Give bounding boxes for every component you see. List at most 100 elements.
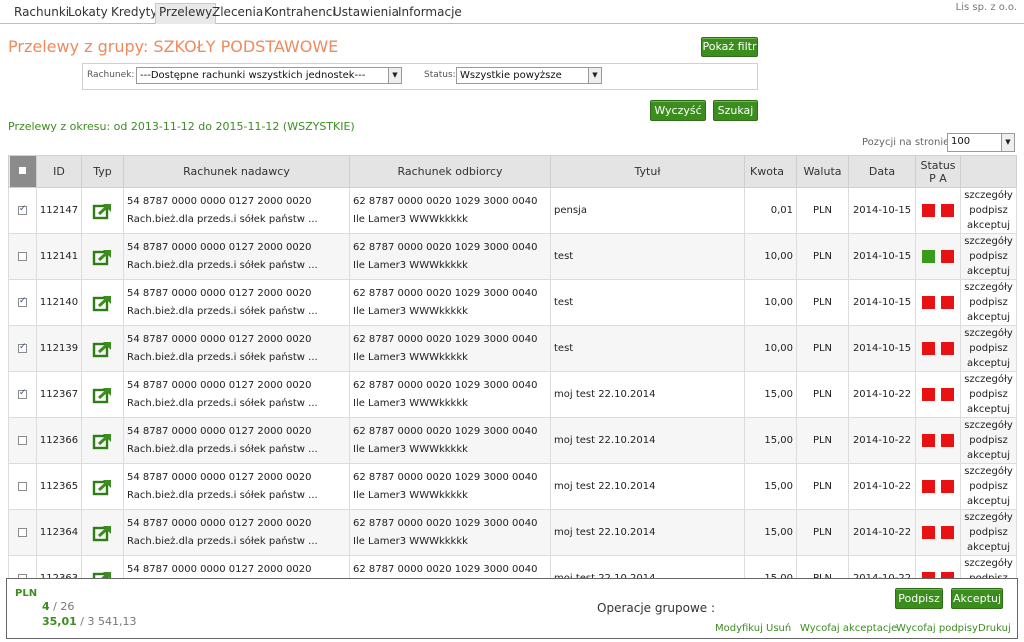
- col-header-sender[interactable]: Rachunek nadawcy: [123, 155, 350, 188]
- table-row[interactable]: 112140 54 8787 0000 0000 0127 2000 0020 Ra…: [8, 279, 1017, 326]
- table-row[interactable]: 112366 54 8787 0000 0000 0127 2000 0020 Ra…: [8, 417, 1017, 464]
- accept-selected-button[interactable]: Akceptuj: [951, 588, 1003, 609]
- row-checkbox[interactable]: [18, 435, 27, 445]
- details-link[interactable]: szczegóły: [961, 556, 1016, 571]
- row-amount: 10,00: [744, 233, 797, 280]
- filter-box: Rachunek: ---Dostępne rachunki wszystkic…: [82, 63, 758, 90]
- row-select-cell: [8, 509, 37, 556]
- details-link[interactable]: szczegóły: [961, 510, 1016, 525]
- acceptance-status-indicator: [941, 388, 954, 401]
- status-select[interactable]: Wszystkie powyższe ▼: [456, 67, 602, 84]
- tab-informacje[interactable]: Informacje: [395, 4, 465, 24]
- acceptance-status-indicator: [941, 434, 954, 447]
- tab-przelewy[interactable]: Przelewy: [155, 3, 217, 24]
- withdraw-signatures-link[interactable]: Wycofaj podpisy: [896, 623, 978, 634]
- row-id: 112147: [36, 187, 82, 234]
- col-header-currency[interactable]: Waluta: [796, 155, 849, 188]
- table-row[interactable]: 112139 54 8787 0000 0000 0127 2000 0020 Ra…: [8, 325, 1017, 372]
- signature-status-indicator: [922, 342, 935, 355]
- tab-kredyty[interactable]: Kredyty: [108, 4, 160, 24]
- col-header-title[interactable]: Tytuł: [550, 155, 745, 188]
- clear-button[interactable]: Wyczyść: [650, 100, 706, 121]
- details-link[interactable]: szczegóły: [961, 464, 1016, 479]
- details-link[interactable]: szczegóły: [961, 188, 1016, 203]
- sign-link[interactable]: podpisz: [961, 203, 1016, 218]
- top-nav: Rachunki Lokaty Kredyty Przelewy Zleceni…: [0, 0, 1024, 24]
- row-title: test: [550, 233, 745, 280]
- recipient-account-name: Ile Lamer3 WWWkkkkk: [353, 351, 468, 363]
- accept-link[interactable]: akceptuj: [961, 356, 1016, 371]
- tab-rachunki[interactable]: Rachunki: [11, 4, 72, 24]
- row-title: test: [550, 325, 745, 372]
- sign-selected-button[interactable]: Podpisz: [895, 588, 943, 609]
- sender-account-number: 54 8787 0000 0000 0127 2000 0020: [127, 471, 312, 483]
- account-select[interactable]: ---Dostępne rachunki wszystkich jednoste…: [136, 67, 402, 84]
- outgoing-transfer-icon: [92, 341, 114, 357]
- row-checkbox[interactable]: [18, 204, 27, 215]
- row-date: 2014-10-15: [848, 187, 916, 234]
- chevron-down-icon: ▼: [1001, 134, 1014, 151]
- accept-link[interactable]: akceptuj: [961, 402, 1016, 417]
- sign-link[interactable]: podpisz: [961, 341, 1016, 356]
- table-row[interactable]: 112367 54 8787 0000 0000 0127 2000 0020 Ra…: [8, 371, 1017, 418]
- show-filter-button[interactable]: Pokaż filtr: [701, 37, 758, 57]
- row-checkbox[interactable]: [18, 481, 27, 491]
- row-checkbox[interactable]: [18, 342, 27, 353]
- row-checkbox[interactable]: [18, 296, 27, 307]
- tab-kontrahenci[interactable]: Kontrahenci: [261, 4, 339, 24]
- row-checkbox[interactable]: [18, 388, 27, 399]
- select-all-checkbox[interactable]: [17, 166, 27, 175]
- table-row[interactable]: 112364 54 8787 0000 0000 0127 2000 0020 Ra…: [8, 509, 1017, 556]
- col-header-recipient[interactable]: Rachunek odbiorcy: [349, 155, 551, 188]
- tab-ustawienia[interactable]: Ustawienia: [330, 4, 402, 24]
- row-title: moj test 22.10.2014: [550, 371, 745, 418]
- delete-link[interactable]: Usuń: [766, 623, 791, 634]
- details-link[interactable]: szczegóły: [961, 234, 1016, 249]
- row-checkbox[interactable]: [18, 527, 27, 537]
- modify-link[interactable]: Modyfikuj: [715, 623, 763, 634]
- sign-link[interactable]: podpisz: [961, 479, 1016, 494]
- per-page-select[interactable]: 100 ▼: [947, 133, 1015, 152]
- tab-lokaty[interactable]: Lokaty: [65, 4, 111, 24]
- per-page-label: Pozycji na stronie:: [862, 137, 953, 148]
- accept-link[interactable]: akceptuj: [961, 540, 1016, 555]
- col-header-id[interactable]: ID: [36, 155, 82, 188]
- recipient-account-name: Ile Lamer3 WWWkkkkk: [353, 489, 468, 501]
- details-link[interactable]: szczegóły: [961, 280, 1016, 295]
- sign-link[interactable]: podpisz: [961, 525, 1016, 540]
- row-currency: PLN: [796, 463, 849, 510]
- table-row[interactable]: 112147 54 8787 0000 0000 0127 2000 0020 Ra…: [8, 187, 1017, 234]
- sign-link[interactable]: podpisz: [961, 387, 1016, 402]
- row-currency: PLN: [796, 233, 849, 280]
- col-header-actions: [960, 155, 1017, 188]
- details-link[interactable]: szczegóły: [961, 418, 1016, 433]
- chevron-down-icon: ▼: [388, 68, 401, 83]
- withdraw-acceptance-link[interactable]: Wycofaj akceptacje: [800, 623, 897, 634]
- sign-link[interactable]: podpisz: [961, 433, 1016, 448]
- account-filter-label: Rachunek:: [87, 70, 135, 80]
- row-type: [81, 417, 124, 464]
- row-checkbox[interactable]: [18, 251, 27, 261]
- details-link[interactable]: szczegóły: [961, 326, 1016, 341]
- row-id: 112365: [36, 463, 82, 510]
- col-header-date[interactable]: Data: [848, 155, 916, 188]
- row-status: [915, 509, 961, 556]
- col-header-amount[interactable]: Kwota: [744, 155, 797, 188]
- col-header-type[interactable]: Typ: [81, 155, 124, 188]
- details-link[interactable]: szczegóły: [961, 372, 1016, 387]
- accept-link[interactable]: akceptuj: [961, 310, 1016, 325]
- table-row[interactable]: 112365 54 8787 0000 0000 0127 2000 0020 Ra…: [8, 463, 1017, 510]
- accept-link[interactable]: akceptuj: [961, 448, 1016, 463]
- outgoing-transfer-icon: [92, 433, 114, 449]
- tab-zlecenia[interactable]: Zlecenia: [209, 4, 266, 24]
- select-all-cell: [8, 155, 37, 188]
- search-button[interactable]: Szukaj: [713, 100, 758, 121]
- sign-link[interactable]: podpisz: [961, 295, 1016, 310]
- print-link[interactable]: Drukuj: [978, 623, 1011, 634]
- table-row[interactable]: 112141 54 8787 0000 0000 0127 2000 0020 Ra…: [8, 233, 1017, 280]
- row-select-cell: [8, 325, 37, 372]
- accept-link[interactable]: akceptuj: [961, 218, 1016, 233]
- accept-link[interactable]: akceptuj: [961, 494, 1016, 509]
- accept-link[interactable]: akceptuj: [961, 264, 1016, 279]
- sign-link[interactable]: podpisz: [961, 249, 1016, 264]
